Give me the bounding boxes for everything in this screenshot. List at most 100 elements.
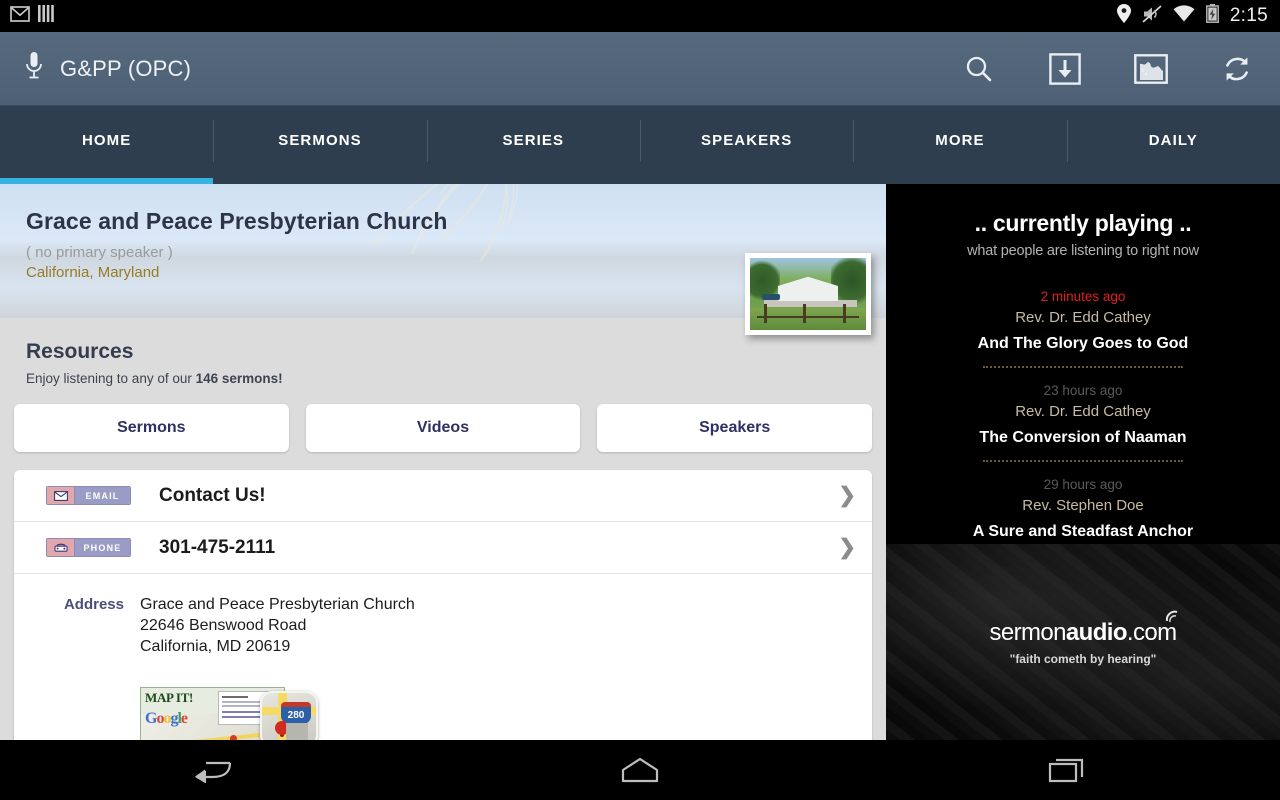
tab-label: DAILY xyxy=(1148,131,1198,149)
telephone-icon xyxy=(47,539,75,556)
button-label: Videos xyxy=(416,419,470,436)
tab-label: MORE xyxy=(935,131,985,149)
play-timestamp: 29 hours ago xyxy=(1043,477,1123,492)
church-photo-image xyxy=(750,258,866,330)
status-clock: 2:15 xyxy=(1229,5,1268,26)
play-sermon-title: A Sure and Steadfast Anchor xyxy=(972,523,1194,540)
list-separator xyxy=(983,460,1183,462)
maps-app-icon: 280 xyxy=(260,691,318,740)
tab-more[interactable]: MORE xyxy=(853,106,1066,184)
device-screen: 2:15 G&PP (OPC) HOME SERMONS SERIES SPEA… xyxy=(0,0,1280,800)
map-it-button[interactable]: MAP IT! Google 280 xyxy=(140,687,318,740)
tab-daily[interactable]: DAILY xyxy=(1066,106,1280,184)
resource-buttons: Sermons Videos Speakers xyxy=(0,386,886,452)
search-icon[interactable] xyxy=(936,32,1022,106)
sermon-count: 146 sermons! xyxy=(195,371,283,386)
sermons-button[interactable]: Sermons xyxy=(14,404,289,452)
refresh-icon[interactable] xyxy=(1194,32,1280,106)
play-timestamp: 2 minutes ago xyxy=(1040,289,1126,304)
videos-button[interactable]: Videos xyxy=(305,404,581,452)
play-timestamp: 23 hours ago xyxy=(1043,383,1123,398)
address-line: Grace and Peace Presbyterian Church xyxy=(140,596,415,613)
play-speaker: Rev. Stephen Doe xyxy=(1022,497,1144,514)
status-bar: 2:15 xyxy=(0,0,1280,32)
button-label: Sermons xyxy=(117,419,186,436)
church-location: California, Maryland xyxy=(26,264,160,281)
app-title: G&PP (OPC) xyxy=(60,55,192,81)
google-logo: Google xyxy=(145,710,188,727)
currently-playing-panel: .. currently playing .. what people are … xyxy=(886,184,1280,740)
resources-title: Resources xyxy=(26,340,134,363)
envelope-icon xyxy=(47,487,75,504)
list-item[interactable]: 29 hours ago Rev. Stephen Doe A Sure and… xyxy=(886,473,1280,541)
list-separator xyxy=(983,366,1183,368)
address-row: Address Grace and Peace Presbyterian Chu… xyxy=(14,574,872,671)
photo-church-building xyxy=(777,276,839,302)
action-bar-buttons xyxy=(936,32,1280,106)
wifi-icon xyxy=(1173,5,1195,27)
photo-fence-post xyxy=(763,304,767,323)
page-title: Grace and Peace Presbyterian Church xyxy=(26,208,448,234)
resources-subtitle: Enjoy listening to any of our 146 sermon… xyxy=(26,371,860,386)
photo-lawn xyxy=(750,308,866,330)
microphone-icon[interactable] xyxy=(24,51,44,86)
brand-second: audio xyxy=(1065,618,1128,646)
android-nav-bar xyxy=(0,740,1280,800)
brand-first: sermon xyxy=(989,618,1066,646)
currently-playing-subtitle: what people are listening to right now xyxy=(967,243,1199,259)
contact-email-row[interactable]: EMAIL Contact Us! ❯ xyxy=(14,470,872,522)
address-line: California, MD 20619 xyxy=(140,638,291,655)
action-bar: G&PP (OPC) xyxy=(0,32,1280,106)
badge-label: EMAIL xyxy=(75,487,130,504)
battery-charging-icon xyxy=(1205,4,1219,28)
location-pin-icon xyxy=(1116,4,1131,28)
sim-bars-icon xyxy=(38,5,54,27)
chevron-right-icon: ❯ xyxy=(838,536,856,559)
status-bar-right: 2:15 xyxy=(1116,4,1280,28)
email-badge: EMAIL xyxy=(46,486,131,505)
currently-playing-list: 2 minutes ago Rev. Dr. Edd Cathey And Th… xyxy=(886,285,1280,541)
sermonaudio-branding: sermonaudio.com "faith cometh by hearing… xyxy=(886,544,1280,740)
tab-bar: HOME SERMONS SERIES SPEAKERS MORE DAILY xyxy=(0,106,1280,184)
gmail-icon xyxy=(10,5,30,27)
currently-playing-title: .. currently playing .. xyxy=(974,210,1192,236)
contact-phone-row[interactable]: PHONE 301-475-2111 ❯ xyxy=(14,522,872,574)
back-icon[interactable] xyxy=(153,740,273,800)
play-sermon-title: The Conversion of Naaman xyxy=(979,429,1187,446)
resources-subtitle-prefix: Enjoy listening to any of our xyxy=(26,371,196,386)
tab-home[interactable]: HOME xyxy=(0,106,214,184)
address-value: Grace and Peace Presbyterian Church 2264… xyxy=(140,594,415,657)
phone-badge: PHONE xyxy=(46,538,131,557)
address-line: 22646 Benswood Road xyxy=(140,617,307,634)
world-map-icon[interactable] xyxy=(1108,32,1194,106)
badge-label: PHONE xyxy=(75,539,130,556)
play-speaker: Rev. Dr. Edd Cathey xyxy=(1015,309,1151,326)
tab-sermons[interactable]: SERMONS xyxy=(213,106,426,184)
contact-card: EMAIL Contact Us! ❯ PHONE 301-475-2111 ❯… xyxy=(14,470,872,740)
tab-label: HOME xyxy=(81,131,132,149)
map-icon-building xyxy=(286,723,308,740)
church-photo[interactable] xyxy=(745,253,871,335)
chevron-right-icon: ❯ xyxy=(838,484,856,507)
tab-speakers[interactable]: SPEAKERS xyxy=(639,106,853,184)
play-sermon-title: And The Glory Goes to God xyxy=(977,335,1189,352)
contact-email-label: Contact Us! xyxy=(159,484,266,506)
photo-car xyxy=(761,294,781,301)
button-label: Speakers xyxy=(699,419,771,436)
list-item[interactable]: 23 hours ago Rev. Dr. Edd Cathey The Con… xyxy=(886,379,1280,447)
brand-wordmark: sermonaudio.com xyxy=(989,610,1177,647)
photo-fence-post xyxy=(842,304,846,323)
play-speaker: Rev. Dr. Edd Cathey xyxy=(1015,403,1151,420)
home-icon[interactable] xyxy=(580,740,700,800)
primary-speaker-label: ( no primary speaker ) xyxy=(26,244,173,261)
recents-icon[interactable] xyxy=(1007,740,1127,800)
map-it-label: MAP IT! xyxy=(145,690,194,705)
tab-label: SERIES xyxy=(502,131,565,149)
volume-mute-icon xyxy=(1142,4,1162,28)
download-icon[interactable] xyxy=(1022,32,1108,106)
photo-fence-post xyxy=(803,304,807,323)
speakers-button[interactable]: Speakers xyxy=(597,404,873,452)
list-item[interactable]: 2 minutes ago Rev. Dr. Edd Cathey And Th… xyxy=(886,285,1280,353)
tab-series[interactable]: SERIES xyxy=(426,106,640,184)
tab-label: SPEAKERS xyxy=(700,131,793,149)
